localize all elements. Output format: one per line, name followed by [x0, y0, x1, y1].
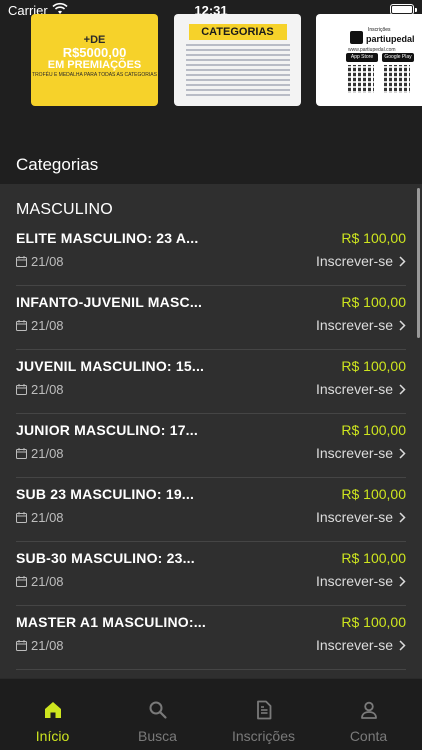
category-price: R$ 100,00 [341, 230, 406, 246]
tab-busca-label: Busca [138, 728, 177, 744]
category-date-text: 21/08 [31, 638, 64, 653]
enroll-label: Inscrever-se [315, 509, 393, 525]
category-price: R$ 100,00 [341, 550, 406, 566]
chevron-right-icon [399, 575, 406, 587]
banner-categories-heading: CATEGORIAS [188, 24, 287, 40]
category-date: 21/08 [16, 382, 64, 397]
category-date: 21/08 [16, 638, 64, 653]
calendar-icon [16, 384, 27, 395]
enroll-label: Inscrever-se [315, 637, 393, 653]
tab-inscricoes-label: Inscrições [231, 728, 296, 744]
category-row[interactable]: ELITE MASCULINO: 23 A... R$ 100,00 21/08… [16, 222, 406, 286]
category-row[interactable]: JUVENIL MASCULINO: 15... R$ 100,00 21/08… [16, 350, 406, 414]
category-price: R$ 100,00 [341, 294, 406, 310]
partiupedal-logo-icon [350, 31, 363, 44]
chevron-right-icon [399, 383, 406, 395]
category-name: SUB 23 MASCULINO: 19... [16, 486, 195, 502]
calendar-icon [16, 320, 27, 331]
category-row[interactable]: SUB 23 MASCULINO: 19... R$ 100,00 21/08 … [16, 478, 406, 542]
category-date-text: 21/08 [31, 446, 64, 461]
qr-code-icon [384, 65, 410, 93]
group-title: MASCULINO [16, 201, 113, 218]
calendar-icon [16, 448, 27, 459]
app-store-badge: App Store [346, 53, 378, 62]
tab-bar: Início Busca Inscrições Conta [0, 678, 422, 750]
category-date-text: 21/08 [31, 382, 64, 397]
enroll-label: Inscrever-se [315, 317, 393, 333]
category-name: INFANTO-JUVENIL MASC... [16, 294, 203, 310]
calendar-icon [16, 256, 27, 267]
google-play-badge: Google Play [382, 53, 414, 62]
category-date-text: 21/08 [31, 510, 64, 525]
user-icon [361, 701, 377, 719]
enroll-label: Inscrever-se [315, 573, 393, 589]
qr-code-icon [348, 65, 374, 93]
banner-carousel[interactable]: +DE R$5000,00 EM PREMIAÇÕES TROFÉU E MED… [31, 14, 422, 106]
scrollbar[interactable] [417, 188, 420, 338]
category-row[interactable]: INFANTO-JUVENIL MASC... R$ 100,00 21/08 … [16, 286, 406, 350]
category-price: R$ 100,00 [341, 358, 406, 374]
category-date-text: 21/08 [31, 318, 64, 333]
category-name: JUNIOR MASCULINO: 17... [16, 422, 198, 438]
tab-conta-label: Conta [349, 728, 388, 744]
category-price: R$ 100,00 [341, 614, 406, 630]
chevron-right-icon [399, 447, 406, 459]
home-icon [45, 702, 61, 718]
category-row[interactable]: MASTER A1 MASCULINO:... R$ 100,00 21/08 … [16, 606, 406, 670]
enroll-button[interactable]: Inscrever-se [316, 253, 406, 269]
calendar-icon [16, 576, 27, 587]
category-name: JUVENIL MASCULINO: 15... [16, 358, 205, 374]
category-row[interactable]: JUNIOR MASCULINO: 17... R$ 100,00 21/08 … [16, 414, 406, 478]
category-name: MASTER A1 MASCULINO:... [16, 614, 206, 630]
tab-inicio-label: Início [35, 728, 70, 744]
enroll-button[interactable]: Inscrever-se [316, 509, 406, 525]
banner-prize-line3: EM PREMIAÇÕES [47, 59, 142, 71]
calendar-icon [16, 640, 27, 651]
enroll-button[interactable]: Inscrever-se [316, 381, 406, 397]
chevron-right-icon [399, 639, 406, 651]
chevron-right-icon [399, 255, 406, 267]
tab-busca[interactable]: Busca [105, 679, 210, 750]
section-title: Categorias [16, 155, 99, 174]
banner-categories[interactable]: CATEGORIAS [174, 14, 301, 106]
banner-app-download[interactable]: Inscrições partiupedal www.partiupedal.c… [316, 14, 422, 106]
enroll-label: Inscrever-se [315, 253, 393, 269]
category-name: ELITE MASCULINO: 23 A... [16, 230, 199, 246]
category-name: SUB-30 MASCULINO: 23... [16, 550, 195, 566]
enroll-button[interactable]: Inscrever-se [316, 317, 406, 333]
banner-prize-line4: TROFÉU E MEDALHA PARA TODAS AS CATEGORIA… [32, 72, 157, 78]
category-price: R$ 100,00 [341, 486, 406, 502]
banner-categories-list [186, 44, 290, 99]
chevron-right-icon [399, 511, 406, 523]
calendar-icon [16, 512, 27, 523]
category-date: 21/08 [16, 446, 64, 461]
category-date: 21/08 [16, 254, 64, 269]
banner-app-inscricoes: Inscrições [368, 27, 391, 33]
enroll-button[interactable]: Inscrever-se [316, 637, 406, 653]
category-price: R$ 100,00 [341, 422, 406, 438]
category-date: 21/08 [16, 318, 64, 333]
category-date-text: 21/08 [31, 574, 64, 589]
banner-prize-amount: R$5000,00 [62, 45, 127, 60]
category-date: 21/08 [16, 510, 64, 525]
category-date: 21/08 [16, 574, 64, 589]
enroll-button[interactable]: Inscrever-se [316, 573, 406, 589]
tab-inscricoes[interactable]: Inscrições [211, 679, 316, 750]
enroll-label: Inscrever-se [315, 445, 393, 461]
category-row[interactable]: SUB-30 MASCULINO: 23... R$ 100,00 21/08 … [16, 542, 406, 606]
document-icon [257, 700, 272, 720]
tab-inicio[interactable]: Início [0, 679, 105, 750]
category-date-text: 21/08 [31, 254, 64, 269]
category-list[interactable]: MASCULINO ELITE MASCULINO: 23 A... R$ 10… [0, 184, 422, 678]
enroll-button[interactable]: Inscrever-se [316, 445, 406, 461]
banner-app-brand: partiupedal [366, 34, 415, 44]
tab-conta[interactable]: Conta [316, 679, 421, 750]
search-icon [149, 701, 167, 719]
enroll-label: Inscrever-se [315, 381, 393, 397]
chevron-right-icon [399, 319, 406, 331]
banner-prize[interactable]: +DE R$5000,00 EM PREMIAÇÕES TROFÉU E MED… [31, 14, 158, 106]
